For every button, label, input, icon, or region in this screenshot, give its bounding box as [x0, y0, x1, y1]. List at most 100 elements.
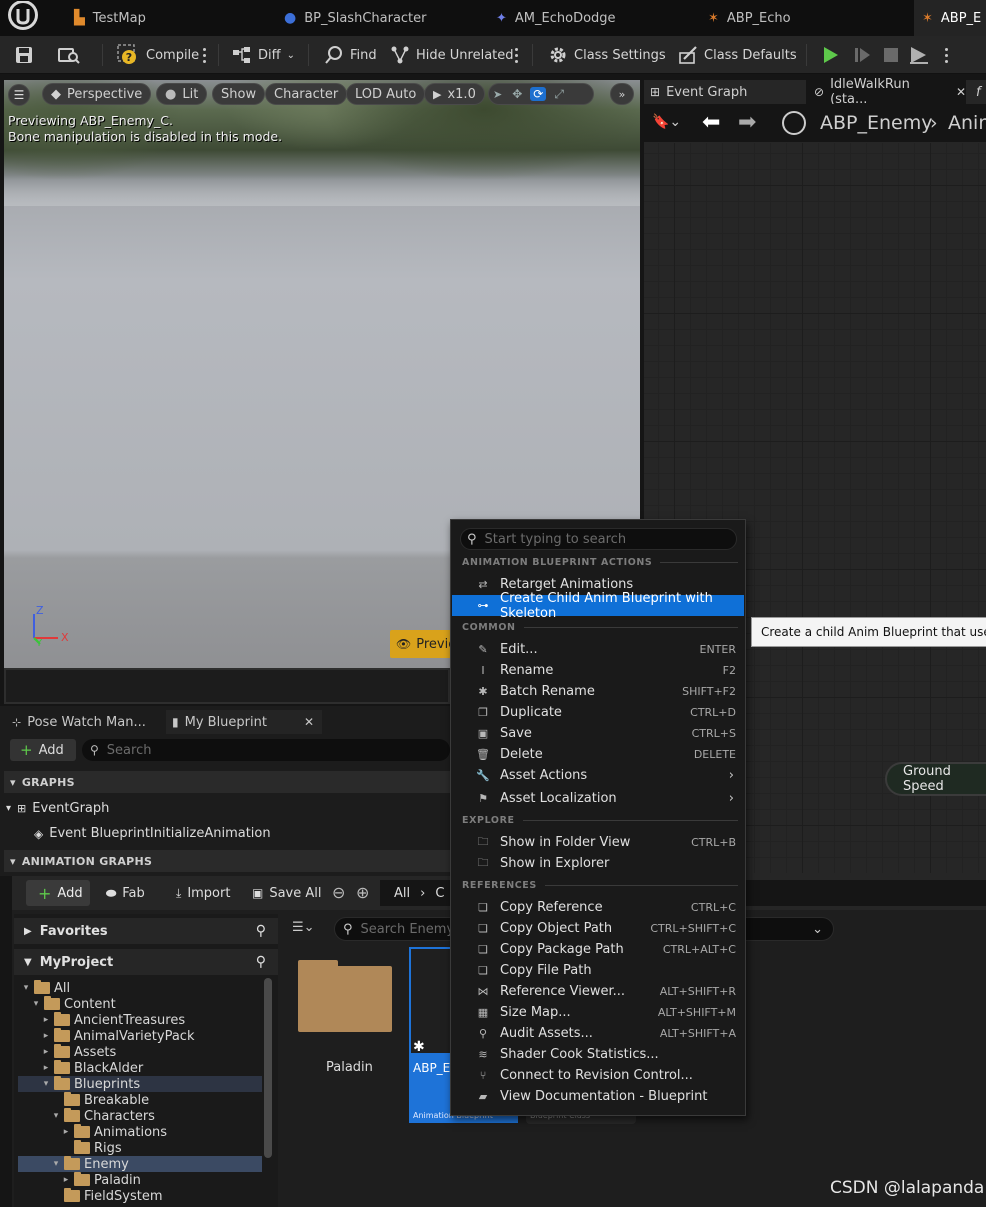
play-options-button[interactable]: [944, 36, 948, 74]
tree-folder-item[interactable]: ▸ BlackAlder: [18, 1060, 262, 1076]
menu-item-edit[interactable]: ✎ Edit... ENTER: [452, 639, 744, 660]
viewport-menu-button[interactable]: ☰: [8, 84, 30, 106]
tab-testmap[interactable]: ▙ TestMap: [74, 0, 146, 36]
play-button[interactable]: [820, 36, 840, 74]
rotate-icon[interactable]: ⟳: [530, 87, 547, 101]
context-search-input[interactable]: ⚲ Start typing to search: [460, 528, 737, 550]
chevron-right-icon[interactable]: ▸: [62, 1175, 70, 1185]
menu-item-save[interactable]: ▣ Save CTRL+S: [452, 723, 744, 744]
compile-button[interactable]: ? Compile: [116, 36, 199, 74]
menu-item-batch-rename[interactable]: ✱ Batch Rename SHIFT+F2: [452, 681, 744, 702]
animation-graphs-section-header[interactable]: ▾ ANIMATION GRAPHS: [4, 850, 450, 872]
unreal-logo-icon[interactable]: [6, 0, 46, 36]
back-arrow-icon[interactable]: ⬅: [702, 110, 720, 135]
chevron-right-icon[interactable]: ▸: [42, 1031, 50, 1041]
tab-abp-echo[interactable]: ✶ ABP_Echo: [708, 0, 791, 36]
chevron-right-icon[interactable]: ▸: [42, 1015, 50, 1025]
breadcrumb-root[interactable]: ABP_Enemy: [820, 112, 932, 134]
tab-am-echododge[interactable]: ✦ AM_EchoDodge: [496, 0, 616, 36]
hide-unrelated-button[interactable]: Hide Unrelated: [390, 36, 514, 74]
close-icon[interactable]: ✕: [304, 715, 314, 729]
blueprint-search-input[interactable]: ⚲ Search: [82, 739, 450, 761]
forward-arrow-icon[interactable]: ➡: [738, 110, 756, 135]
menu-item-copy-package-path[interactable]: ❏ Copy Package Path CTRL+ALT+C: [452, 939, 744, 960]
import-button[interactable]: ⤓ Import: [176, 880, 230, 906]
tree-folder-item[interactable]: ▾ Enemy: [18, 1156, 262, 1172]
tree-folder-item[interactable]: FieldSystem: [18, 1188, 262, 1204]
find-button[interactable]: Find: [324, 36, 377, 74]
tab-bp-slashcharacter[interactable]: ● BP_SlashCharacter: [284, 0, 427, 36]
path-segment-all[interactable]: All: [394, 886, 410, 901]
filter-button[interactable]: ☰⌄: [292, 920, 315, 935]
lod-button[interactable]: LOD Auto: [346, 83, 426, 105]
chevron-right-icon[interactable]: ▸: [42, 1047, 50, 1057]
eject-button[interactable]: [908, 36, 930, 74]
menu-item-delete[interactable]: 🗑 Delete DELETE: [452, 744, 744, 765]
tree-folder-item[interactable]: ▾ Content: [18, 996, 262, 1012]
save-button[interactable]: [14, 36, 34, 74]
diff-button[interactable]: Diff ⌄: [232, 36, 295, 74]
tree-folder-item[interactable]: ▸ Animations: [18, 1124, 262, 1140]
chevron-down-icon[interactable]: ▾: [52, 1159, 60, 1169]
menu-item-asset-actions[interactable]: 🔧 Asset Actions ›: [452, 765, 744, 786]
tab-function[interactable]: f: [976, 80, 981, 104]
tree-folder-item[interactable]: Breakable: [18, 1092, 262, 1108]
cb-add-button[interactable]: + Add: [26, 880, 90, 906]
menu-item-view-documentation-blueprint[interactable]: ▰ View Documentation - Blueprint: [452, 1086, 744, 1107]
menu-item-asset-localization[interactable]: ⚑ Asset Localization ›: [452, 788, 744, 809]
menu-item-rename[interactable]: Ⅰ Rename F2: [452, 660, 744, 681]
perspective-button[interactable]: ◆ Perspective: [42, 83, 152, 105]
menu-item-size-map[interactable]: ▦ Size Map... ALT+SHIFT+M: [452, 1002, 744, 1023]
path-segment-content[interactable]: C: [435, 886, 444, 901]
chevron-down-icon[interactable]: ▾: [32, 999, 40, 1009]
history-back-icon[interactable]: ⊖: [332, 883, 345, 902]
character-button[interactable]: Character: [265, 83, 348, 105]
event-graph-item[interactable]: ▾ ⊞ EventGraph: [6, 801, 109, 816]
close-icon[interactable]: ✕: [956, 85, 966, 99]
project-header[interactable]: ▼ MyProject ⚲: [14, 949, 278, 975]
menu-item-audit-assets[interactable]: ⚲ Audit Assets... ALT+SHIFT+A: [452, 1023, 744, 1044]
stop-button[interactable]: [882, 36, 900, 74]
chevron-right-icon[interactable]: ▸: [42, 1063, 50, 1073]
menu-item-copy-object-path[interactable]: ❏ Copy Object Path CTRL+SHIFT+C: [452, 918, 744, 939]
bookmark-icon[interactable]: 🔖⌄: [652, 114, 681, 130]
class-settings-button[interactable]: Class Settings: [548, 36, 666, 74]
tab-my-blueprint[interactable]: ▮ My Blueprint ✕: [166, 710, 322, 734]
compile-options-button[interactable]: [202, 36, 206, 74]
menu-item-show-in-folder-view[interactable]: 🗀 Show in Folder View CTRL+B: [452, 832, 744, 853]
playback-speed-button[interactable]: ▶ x1.0: [424, 83, 485, 105]
menu-item-copy-reference[interactable]: ❏ Copy Reference CTRL+C: [452, 897, 744, 918]
tree-folder-item[interactable]: ▸ AncientTreasures: [18, 1012, 262, 1028]
tree-folder-item[interactable]: ▸ AnimalVarietyPack: [18, 1028, 262, 1044]
tree-folder-item[interactable]: ▸ Paladin: [18, 1172, 262, 1188]
search-icon[interactable]: ⚲: [256, 954, 266, 970]
menu-item-reference-viewer[interactable]: ⋈ Reference Viewer... ALT+SHIFT+R: [452, 981, 744, 1002]
breadcrumb-next[interactable]: Anim: [948, 112, 986, 134]
move-icon[interactable]: ✥: [512, 87, 522, 101]
chevron-down-icon[interactable]: ▾: [22, 983, 30, 993]
lit-button[interactable]: ● Lit: [156, 83, 208, 105]
menu-item-shader-cook-statistics[interactable]: ≋ Shader Cook Statistics...: [452, 1044, 744, 1065]
fab-button[interactable]: ⬬ Fab: [106, 880, 145, 906]
tree-folder-item[interactable]: ▾ Blueprints: [18, 1076, 262, 1092]
tree-folder-item[interactable]: ▾ All: [18, 980, 262, 996]
hide-unrelated-options-button[interactable]: [514, 36, 518, 74]
scale-icon[interactable]: ⤢: [554, 87, 564, 102]
tab-event-graph[interactable]: ⊞ Event Graph: [650, 80, 747, 104]
menu-item-duplicate[interactable]: ❐ Duplicate CTRL+D: [452, 702, 744, 723]
favorites-header[interactable]: ▶ Favorites ⚲: [14, 918, 278, 944]
tab-pose-watch[interactable]: ⊹ Pose Watch Man...: [12, 710, 146, 734]
tree-scrollbar[interactable]: [264, 978, 272, 1158]
add-button[interactable]: + Add: [10, 739, 76, 761]
save-all-button[interactable]: ▣ Save All: [252, 880, 322, 906]
step-button[interactable]: [852, 36, 872, 74]
graphs-section-header[interactable]: ▾ GRAPHS: [4, 771, 450, 793]
search-icon[interactable]: ⚲: [256, 923, 266, 939]
viewport-overflow-button[interactable]: »: [610, 83, 634, 105]
chevron-down-icon[interactable]: ⌄: [812, 922, 823, 937]
menu-item-show-in-explorer[interactable]: 🗀 Show in Explorer: [452, 853, 744, 874]
select-icon[interactable]: ➤: [493, 88, 502, 101]
tree-folder-item[interactable]: Rigs: [18, 1140, 262, 1156]
class-defaults-button[interactable]: Class Defaults: [678, 36, 797, 74]
chevron-right-icon[interactable]: ▸: [62, 1127, 70, 1137]
